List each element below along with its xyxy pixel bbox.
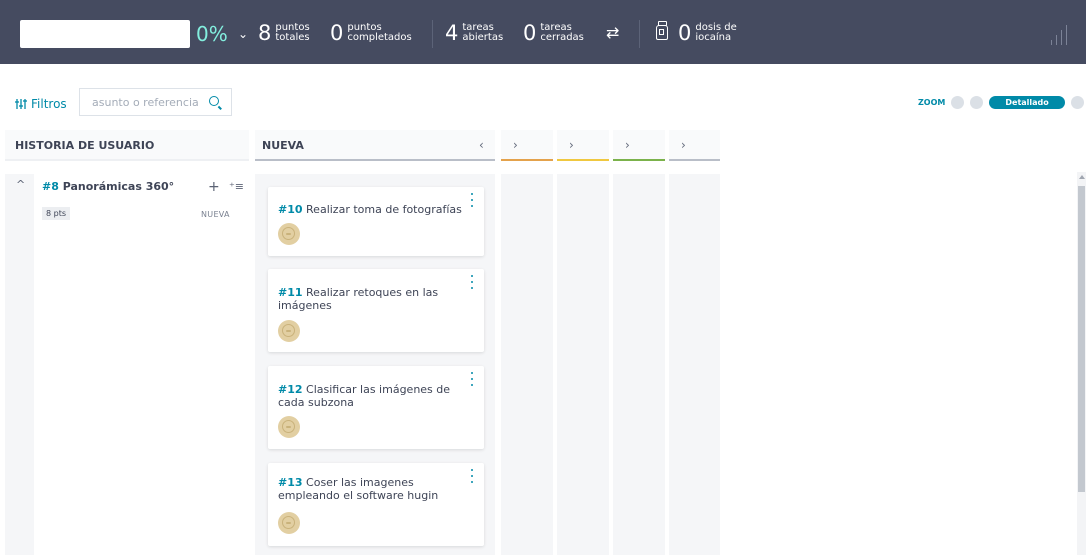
collapsed-column-header[interactable]: › — [501, 130, 553, 161]
expand-stats-caret[interactable]: ⌄ — [238, 24, 248, 44]
filters-label: Filtros — [31, 97, 67, 111]
collapsed-column-header[interactable]: › — [557, 130, 609, 161]
story-status: NUEVA — [201, 210, 230, 219]
total-points-value: 8 — [258, 21, 272, 45]
task-column-collapsed — [501, 174, 553, 555]
task-title[interactable]: Coser las imagenes empleando el software… — [278, 476, 438, 502]
assignee-avatar[interactable] — [278, 512, 300, 534]
search-input[interactable] — [92, 95, 202, 109]
task-column-collapsed — [669, 174, 720, 555]
task-card-text[interactable]: #11 Realizar retoques en las imágenes — [278, 286, 470, 312]
assignee-avatar[interactable] — [278, 223, 300, 245]
stats-divider — [432, 20, 433, 48]
user-story-column-header: HISTORIA DE USUARIO — [5, 130, 249, 161]
total-points-label: puntos totales — [275, 22, 310, 43]
status-column-title: NUEVA — [262, 139, 304, 152]
stats-divider — [639, 20, 640, 48]
search-icon[interactable] — [209, 96, 219, 106]
zoom-label: ZOOM — [918, 97, 946, 107]
closed-tasks-value: 0 — [523, 21, 537, 45]
task-card-text[interactable]: #13 Coser las imagenes empleando el soft… — [278, 476, 470, 502]
open-tasks-label: tareas abiertas — [462, 22, 504, 43]
status-column-header-nueva: NUEVA ‹ — [255, 130, 495, 161]
filters-button[interactable]: Filtros — [15, 94, 67, 114]
task-ref[interactable]: #11 — [278, 286, 303, 299]
closed-tasks-stat: 0 tareas cerradas — [523, 19, 584, 47]
open-tasks-stat: 4 tareas abiertas — [445, 19, 503, 47]
task-title[interactable]: Clasificar las imágenes de cada subzona — [278, 383, 450, 409]
task-title[interactable]: Realizar retoques en las imágenes — [278, 286, 438, 312]
task-ref[interactable]: #10 — [278, 203, 303, 216]
completed-points-value: 0 — [330, 21, 344, 45]
zoom-level-1[interactable] — [951, 95, 965, 109]
iocaine-label: dosis de iocaína — [695, 22, 737, 43]
scrollbar-thumb[interactable] — [1078, 186, 1085, 492]
task-menu-icon[interactable] — [469, 275, 475, 289]
user-story-title[interactable]: #8 Panorámicas 360° — [42, 180, 174, 193]
task-ref[interactable]: #13 — [278, 476, 303, 489]
user-story-ref[interactable]: #8 — [42, 180, 59, 193]
zoom-level-2[interactable] — [970, 95, 984, 109]
story-points-badge: 8 pts — [42, 207, 71, 220]
task-column-collapsed — [613, 174, 665, 555]
collapsed-column-header[interactable]: › — [613, 130, 665, 161]
assignee-avatar[interactable] — [278, 320, 300, 342]
total-points-stat: 8 puntos totales — [258, 19, 310, 47]
signal-bars-icon — [1051, 25, 1075, 45]
iocaine-value: 0 — [678, 21, 692, 45]
task-menu-icon[interactable] — [469, 372, 475, 386]
task-card[interactable]: #11 Realizar retoques en las imágenes — [268, 269, 484, 352]
assignee-avatar[interactable] — [278, 416, 300, 438]
task-card[interactable]: #10 Realizar toma de fotografías — [268, 187, 484, 256]
task-card-text[interactable]: #10 Realizar toma de fotografías — [278, 203, 470, 216]
collapse-column-icon[interactable]: ‹ — [479, 130, 484, 161]
user-story-name[interactable]: Panorámicas 360° — [63, 180, 174, 193]
collapse-story-icon[interactable]: ^ — [16, 178, 25, 191]
filters-icon — [15, 99, 27, 109]
project-stats-bar: 0% ⌄ 8 puntos totales 0 puntos completad… — [0, 0, 1086, 64]
collapsed-column-header[interactable]: › — [669, 130, 720, 161]
task-card[interactable]: #13 Coser las imagenes empleando el soft… — [268, 463, 484, 546]
zoom-level-detailed[interactable]: Detallado — [989, 95, 1065, 109]
zoom-control: ZOOM Detallado — [918, 94, 1086, 110]
sprint-title-field — [20, 20, 190, 48]
search-box[interactable] — [79, 88, 232, 116]
story-gutter — [5, 174, 34, 555]
task-column-collapsed — [557, 174, 609, 555]
completed-points-stat: 0 puntos completados — [330, 19, 412, 47]
task-menu-icon[interactable] — [469, 193, 475, 207]
completed-points-label: puntos completados — [347, 22, 412, 43]
progress-percentage: 0% — [196, 22, 228, 46]
add-task-icon[interactable]: + — [208, 180, 220, 194]
closed-tasks-label: tareas cerradas — [540, 22, 584, 43]
task-ref[interactable]: #12 — [278, 383, 303, 396]
task-card-text[interactable]: #12 Clasificar las imágenes de cada subz… — [278, 383, 470, 409]
open-tasks-value: 4 — [445, 21, 459, 45]
swap-icon[interactable]: ⇄ — [606, 22, 619, 44]
iocaine-jar-icon — [656, 21, 668, 40]
zoom-level-4[interactable] — [1070, 95, 1084, 109]
iocaine-stat: 0 dosis de iocaína — [678, 19, 737, 47]
board-scrollbar[interactable] — [1077, 172, 1086, 555]
task-title[interactable]: Realizar toma de fotografías — [306, 203, 462, 216]
scroll-up-arrow-icon[interactable] — [1079, 175, 1085, 179]
task-card[interactable]: #12 Clasificar las imágenes de cada subz… — [268, 366, 484, 449]
task-menu-icon[interactable] — [469, 469, 475, 483]
bulk-add-tasks-icon[interactable]: ⁺≡ — [229, 180, 244, 194]
